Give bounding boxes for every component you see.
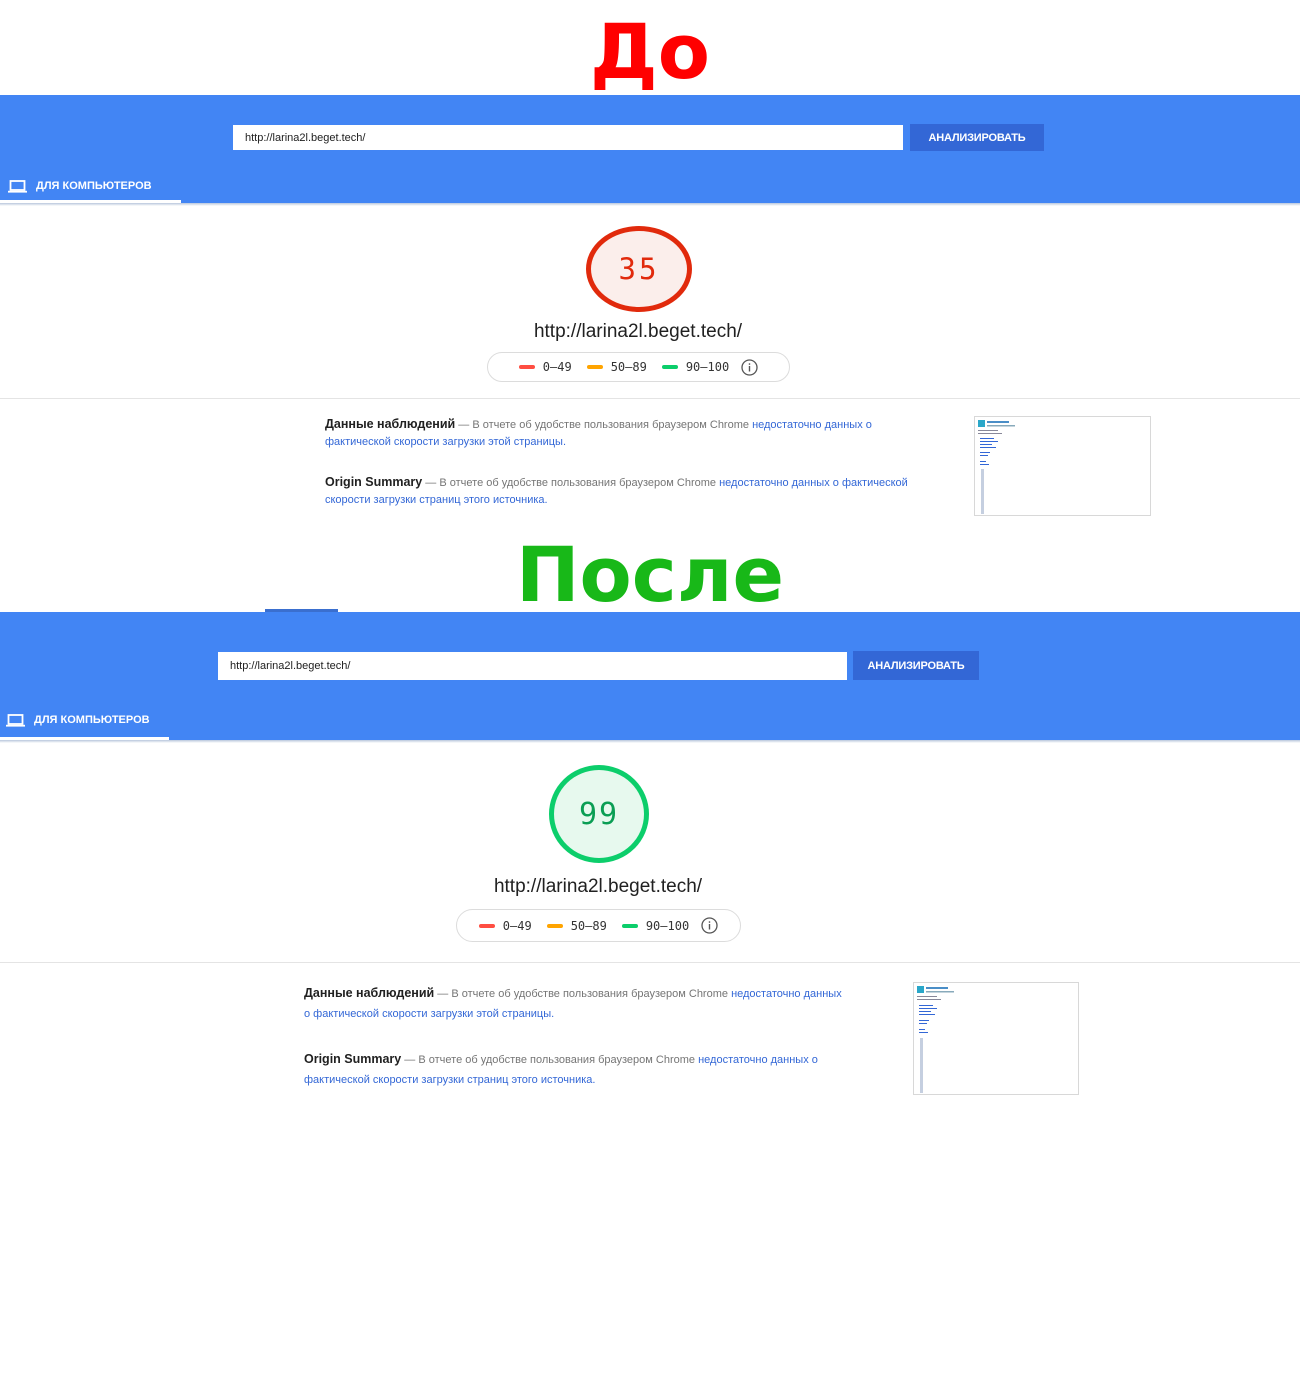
before-analyze-button[interactable]: АНАЛИЗИРОВАТЬ [910, 124, 1044, 151]
before-tab-label: ДЛЯ КОМПЬЮТЕРОВ [36, 180, 152, 192]
before-tab-desktop[interactable]: ДЛЯ КОМПЬЮТЕРОВ [0, 178, 152, 194]
after-score-value: 99 [578, 796, 620, 832]
legend-pass-label: 90–100 [645, 918, 690, 933]
after-heading: После [515, 530, 785, 619]
before-score-legend: 0–49 50–89 90–100 [487, 352, 790, 382]
after-header-shadow [0, 740, 1300, 743]
laptop-icon [6, 713, 25, 727]
legend-fail: 0–49 [478, 918, 532, 933]
after-score-gauge: 99 [549, 765, 649, 863]
after-page-screenshot [913, 982, 1079, 1095]
after-field-data-text: — В отчете об удобстве пользования брауз… [434, 988, 732, 1000]
before-origin-summary-text: — В отчете об удобстве пользования брауз… [422, 477, 720, 489]
after-field-data-title: Данные наблюдений [304, 986, 435, 1000]
before-header-shadow [0, 203, 1300, 206]
legend-pass-swatch [621, 923, 638, 928]
legend-average: 50–89 [586, 360, 647, 374]
info-icon[interactable] [701, 917, 718, 934]
legend-fail-label: 0–49 [502, 918, 532, 933]
after-tab-label: ДЛЯ КОМПЬЮТЕРОВ [34, 714, 150, 726]
after-score-legend: 0–49 50–89 90–100 [456, 909, 741, 942]
before-analyze-label: АНАЛИЗИРОВАТЬ [928, 131, 1026, 144]
before-tab-indicator [0, 200, 181, 203]
legend-pass-swatch [661, 365, 678, 369]
after-analyze-button[interactable]: АНАЛИЗИРОВАТЬ [853, 651, 979, 680]
after-origin-summary-title: Origin Summary [304, 1052, 402, 1066]
before-origin-summary: Origin Summary — В отчете об удобстве по… [325, 473, 915, 509]
legend-fail-swatch [478, 923, 495, 928]
after-tab-indicator [0, 737, 169, 740]
legend-fail-swatch [518, 365, 535, 369]
legend-average-label: 50–89 [570, 918, 607, 933]
legend-pass: 90–100 [661, 360, 730, 374]
after-active-marker [265, 609, 338, 612]
before-divider [0, 398, 1300, 399]
legend-pass: 90–100 [621, 918, 690, 933]
legend-fail-label: 0–49 [542, 360, 572, 374]
before-field-data-text: — В отчете об удобстве пользования брауз… [455, 419, 753, 431]
before-url-input[interactable] [233, 125, 903, 150]
after-analyze-label: АНАЛИЗИРОВАТЬ [867, 659, 965, 672]
before-score-value: 35 [618, 252, 660, 286]
after-origin-summary-text: — В отчете об удобстве пользования брауз… [401, 1054, 699, 1066]
after-field-data: Данные наблюдений — В отчете об удобстве… [304, 982, 849, 1025]
after-tab-desktop[interactable]: ДЛЯ КОМПЬЮТЕРОВ [0, 712, 150, 728]
legend-average-swatch [546, 923, 563, 928]
before-field-data: Данные наблюдений — В отчете об удобстве… [325, 415, 915, 451]
info-icon[interactable] [741, 358, 758, 376]
laptop-icon [8, 179, 27, 193]
legend-pass-label: 90–100 [685, 360, 730, 374]
legend-average-swatch [586, 365, 603, 369]
after-divider [0, 962, 1300, 963]
legend-average: 50–89 [546, 918, 607, 933]
before-heading: До [590, 7, 710, 96]
legend-average-label: 50–89 [610, 360, 647, 374]
before-score-gauge: 35 [586, 226, 692, 312]
after-url-input[interactable] [218, 652, 847, 680]
before-field-data-title: Данные наблюдений [325, 417, 456, 431]
after-origin-summary: Origin Summary — В отчете об удобстве по… [304, 1048, 854, 1091]
before-tested-url: http://larina2l.beget.tech/ [533, 321, 743, 342]
before-origin-summary-title: Origin Summary [325, 475, 423, 489]
after-tested-url: http://larina2l.beget.tech/ [493, 876, 703, 897]
legend-fail: 0–49 [518, 360, 572, 374]
before-page-screenshot [974, 416, 1151, 516]
